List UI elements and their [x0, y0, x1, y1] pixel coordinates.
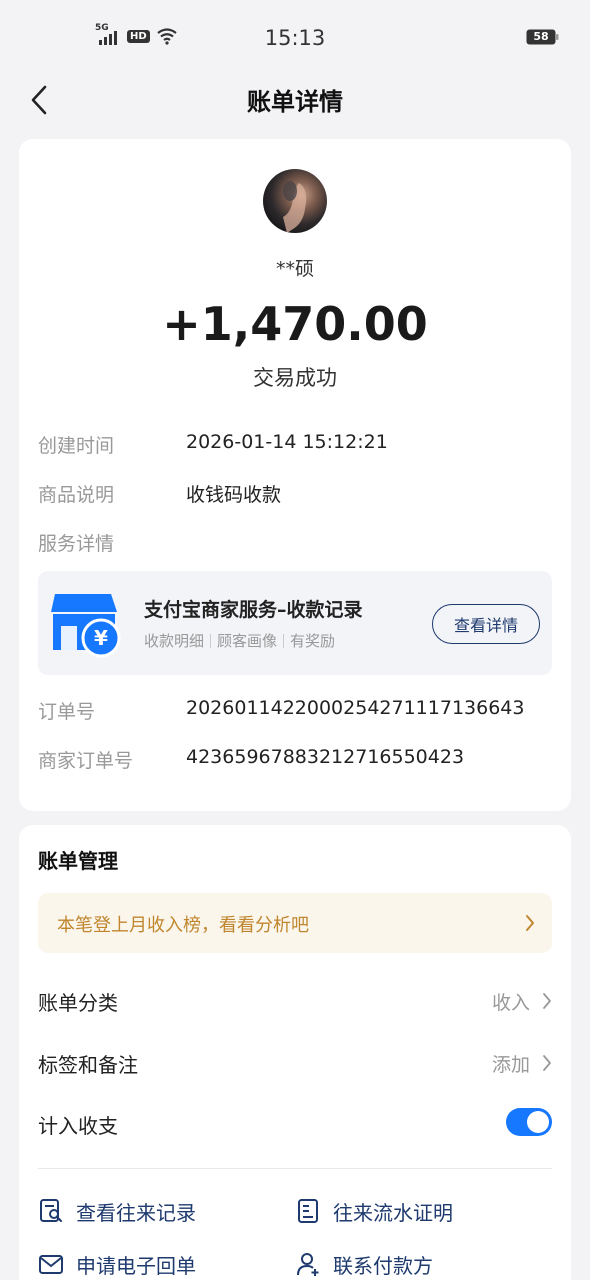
document-list-icon	[298, 1199, 318, 1223]
payer-name: **硕	[275, 258, 314, 280]
view-records-label: 查看往来记录	[76, 1200, 196, 1225]
user-contact-icon	[297, 1253, 319, 1276]
view-transaction-records-button[interactable]: 查看往来记录	[38, 1195, 196, 1227]
divider	[283, 633, 285, 648]
contact-payer-label: 联系付款方	[333, 1253, 433, 1278]
bill-category-label: 账单分类	[38, 991, 118, 1015]
include-in-budget-toggle[interactable]	[506, 1108, 552, 1136]
battery-icon: 58	[526, 29, 559, 45]
chevron-right-icon	[526, 915, 534, 931]
clock-time: 15:13	[264, 26, 326, 50]
contact-payer-button[interactable]: 联系付款方	[295, 1248, 433, 1280]
order-number-value[interactable]: 2026011422000254271117136643	[186, 697, 524, 719]
section-title: 账单管理	[38, 849, 118, 873]
svg-text:¥: ¥	[94, 626, 108, 650]
toggle-knob	[527, 1111, 549, 1133]
tags-notes-row[interactable]: 标签和备注 添加	[38, 1042, 552, 1082]
transaction-proof-label: 往来流水证明	[333, 1200, 453, 1225]
apply-e-receipt-button[interactable]: 申请电子回单	[38, 1248, 196, 1280]
created-time-value: 2026-01-14 15:12:21	[186, 431, 388, 453]
merchant-order-value[interactable]: 4236596788321271655042​3	[186, 746, 464, 768]
view-details-button[interactable]: 查看详情	[432, 604, 540, 644]
created-time-label: 创建时间	[38, 435, 115, 457]
bill-category-row[interactable]: 账单分类 收入	[38, 980, 552, 1020]
tags-notes-value: 添加	[491, 1054, 530, 1076]
merchant-order-label: 商家订单号	[38, 750, 134, 772]
include-in-budget-row: 计入收支	[38, 1103, 552, 1143]
promo-text: 本笔登上月收入榜，看看分析吧	[57, 915, 309, 936]
service-label: 服务详情	[38, 533, 115, 555]
goods-label: 商品说明	[38, 484, 115, 506]
service-sub-reward: 有奖励	[290, 632, 336, 650]
nav-bar: 账单详情	[0, 76, 590, 122]
service-title: 支付宝商家服务–收款记录	[144, 599, 363, 621]
service-sub-profile: 顾客画像	[217, 632, 278, 650]
tags-notes-label: 标签和备注	[38, 1053, 138, 1077]
chevron-right-icon	[543, 1055, 551, 1071]
service-subtitle: 收款明细 顾客画像 有奖励	[144, 630, 335, 651]
service-sub-detail: 收款明细	[144, 632, 205, 650]
transaction-status: 交易成功	[253, 366, 337, 390]
income-rank-banner[interactable]: 本笔登上月收入榜，看看分析吧	[38, 893, 552, 953]
goods-value: 收钱码收款	[186, 484, 282, 506]
e-receipt-label: 申请电子回单	[76, 1253, 196, 1278]
include-in-budget-label: 计入收支	[38, 1114, 118, 1138]
bill-management-card: 账单管理 本笔登上月收入榜，看看分析吧 账单分类 收入 标签和备注 添加 计入收…	[19, 825, 571, 1280]
envelope-icon	[39, 1255, 63, 1274]
battery-level: 58	[533, 30, 549, 43]
merchant-store-icon: ¥	[51, 594, 121, 658]
merchant-service-box[interactable]: ¥ 支付宝商家服务–收款记录 收款明细 顾客画像 有奖励 查看详情	[38, 571, 552, 675]
transaction-card: **硕 +1,470.00 交易成功 创建时间 2026-01-14 15:12…	[19, 139, 571, 811]
avatar[interactable]	[263, 169, 327, 233]
divider	[38, 1168, 552, 1169]
document-search-icon	[40, 1199, 62, 1222]
page-title: 账单详情	[247, 88, 343, 116]
transaction-amount: +1,470.00	[162, 297, 428, 351]
transaction-proof-button[interactable]: 往来流水证明	[295, 1195, 453, 1227]
order-number-label: 订单号	[38, 701, 96, 723]
divider	[210, 633, 212, 648]
status-bar: 5G HD 15:13 58	[0, 0, 590, 76]
chevron-right-icon	[543, 993, 551, 1009]
bill-category-value: 收入	[491, 992, 530, 1014]
